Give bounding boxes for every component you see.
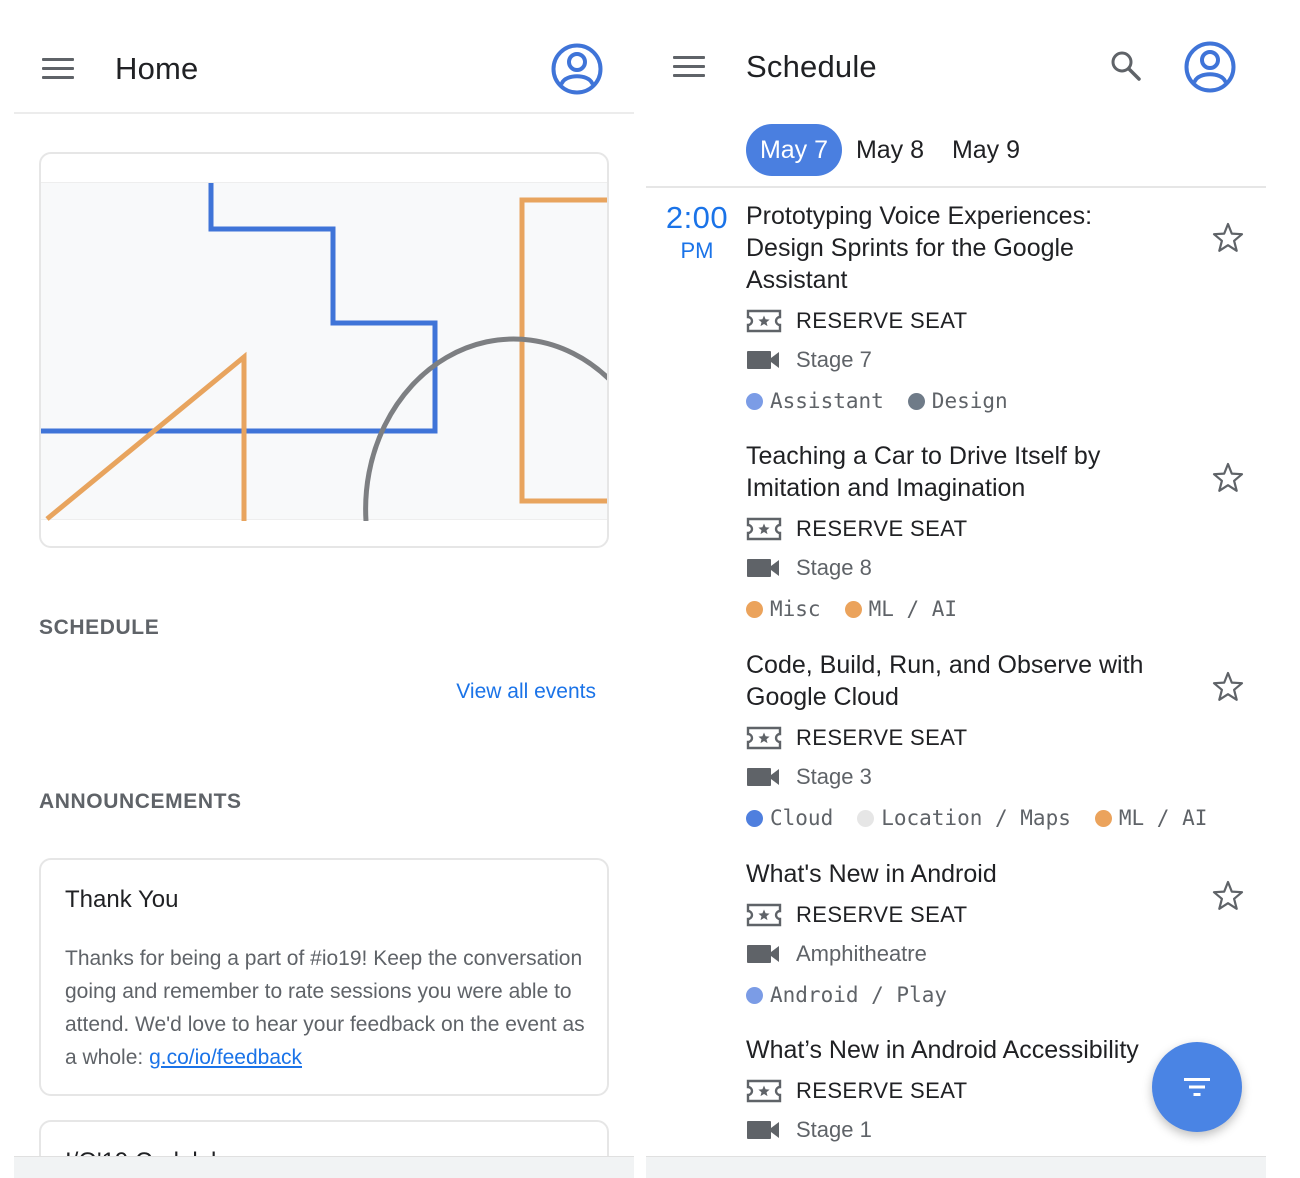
session-tags: Misc ML / AI — [746, 595, 981, 625]
schedule-screen: Schedule May 7 May 8 May 9 2:00 PM Proto… — [646, 0, 1266, 1178]
session-title[interactable]: What's New in Android — [746, 858, 1176, 890]
session-tags: Assistant Design — [746, 387, 1032, 417]
feedback-link[interactable]: g.co/io/feedback — [149, 1046, 302, 1069]
video-camera-icon — [747, 945, 779, 963]
announcement-body: Thanks for being a part of #io19! Keep t… — [65, 942, 595, 1074]
tag-color-dot — [746, 601, 763, 618]
menu-icon[interactable] — [673, 56, 705, 78]
room-label: Stage 7 — [796, 347, 872, 372]
tag-label: Assistant — [770, 389, 884, 413]
menu-icon[interactable] — [42, 58, 74, 80]
time-slot-header: 2:00 PM — [662, 200, 732, 264]
room-label: Stage 3 — [796, 764, 872, 789]
tabs-divider — [646, 186, 1266, 188]
view-all-events-link[interactable]: View all events — [456, 680, 596, 704]
page-title: Home — [115, 51, 199, 86]
tag-label: Android / Play — [770, 983, 948, 1007]
announcement-title: Thank You — [65, 886, 179, 913]
announcement-card: Thank You Thanks for being a part of #io… — [39, 858, 609, 1096]
reserve-seat-label[interactable]: RESERVE SEAT — [796, 902, 968, 928]
hero-illustration — [41, 182, 607, 522]
tag-chip[interactable]: ML / AI — [844, 595, 958, 623]
account-icon[interactable] — [551, 43, 603, 95]
room-label: Stage 1 — [796, 1117, 872, 1142]
time-slot-ampm: PM — [680, 238, 714, 263]
filter-fab-button[interactable] — [1152, 1042, 1242, 1132]
tag-color-dot — [1094, 810, 1112, 827]
ticket-icon — [746, 309, 782, 333]
tag-label: Misc — [770, 597, 821, 621]
session-title[interactable]: What’s New in Android Accessibility — [746, 1034, 1186, 1066]
tag-label: ML / AI — [1118, 806, 1208, 830]
tag-chip[interactable]: ML / AI — [1094, 804, 1208, 832]
room-label: Stage 8 — [796, 555, 872, 580]
tag-color-dot — [746, 393, 763, 410]
star-icon[interactable] — [1210, 878, 1246, 914]
video-camera-icon — [747, 768, 779, 786]
session-tags: Android / Play — [746, 981, 971, 1011]
tag-color-dot — [746, 810, 763, 827]
schedule-section-label: SCHEDULE — [39, 616, 160, 639]
announcements-section-label: ANNOUNCEMENTS — [39, 790, 242, 813]
page-title: Schedule — [746, 49, 877, 84]
reserve-seat-label[interactable]: RESERVE SEAT — [796, 1078, 968, 1104]
home-app-bar: Home — [14, 0, 634, 114]
hero-card — [39, 152, 609, 548]
session-tags: Cloud Location / Maps ML / AI — [746, 804, 1231, 834]
tag-label: Design — [931, 389, 1008, 413]
ticket-icon — [746, 1079, 782, 1103]
bottom-edge — [646, 1156, 1266, 1178]
tag-color-dot — [907, 393, 925, 410]
filter-icon — [1184, 1078, 1210, 1096]
star-icon[interactable] — [1210, 460, 1246, 496]
ticket-icon — [746, 903, 782, 927]
tag-chip[interactable]: Cloud — [746, 804, 833, 832]
session-title[interactable]: Prototyping Voice Experiences: Design Sp… — [746, 200, 1176, 296]
tab-may-9[interactable]: May 9 — [948, 124, 1024, 176]
tag-color-dot — [857, 810, 875, 827]
video-camera-icon — [747, 351, 779, 369]
session-title[interactable]: Teaching a Car to Drive Itself by Imitat… — [746, 440, 1176, 504]
reserve-seat-label[interactable]: RESERVE SEAT — [796, 308, 968, 334]
tag-label: ML / AI — [868, 597, 958, 621]
tag-chip[interactable]: Misc — [746, 595, 821, 623]
account-icon[interactable] — [1184, 41, 1236, 93]
ticket-icon — [746, 726, 782, 750]
room-label: Amphitheatre — [796, 941, 927, 966]
tag-chip[interactable]: Location / Maps — [857, 804, 1071, 832]
ticket-icon — [746, 517, 782, 541]
bottom-edge — [14, 1156, 634, 1178]
session-title[interactable]: Code, Build, Run, and Observe with Googl… — [746, 649, 1176, 713]
tag-label: Location / Maps — [881, 806, 1071, 830]
home-screen: Home SCHEDULE View all events ANNOUNCEME… — [14, 0, 634, 1178]
time-slot-time: 2:00 — [665, 200, 729, 235]
tag-label: Cloud — [770, 806, 834, 830]
reserve-seat-label[interactable]: RESERVE SEAT — [796, 516, 968, 542]
tag-color-dot — [844, 601, 862, 618]
tag-color-dot — [746, 987, 763, 1004]
tab-may-7[interactable]: May 7 — [746, 124, 842, 176]
tag-chip[interactable]: Assistant — [746, 387, 884, 415]
video-camera-icon — [747, 559, 779, 577]
tag-chip[interactable]: Android / Play — [746, 981, 947, 1009]
search-icon[interactable] — [1108, 48, 1144, 84]
tab-may-8[interactable]: May 8 — [852, 124, 928, 176]
announcement-text: Thanks for being a part of #io19! Keep t… — [65, 947, 585, 1069]
tag-chip[interactable]: Design — [907, 387, 1008, 415]
star-icon[interactable] — [1210, 220, 1246, 256]
app-bar-divider — [14, 112, 634, 114]
reserve-seat-label[interactable]: RESERVE SEAT — [796, 725, 968, 751]
star-icon[interactable] — [1210, 669, 1246, 705]
video-camera-icon — [747, 1121, 779, 1139]
